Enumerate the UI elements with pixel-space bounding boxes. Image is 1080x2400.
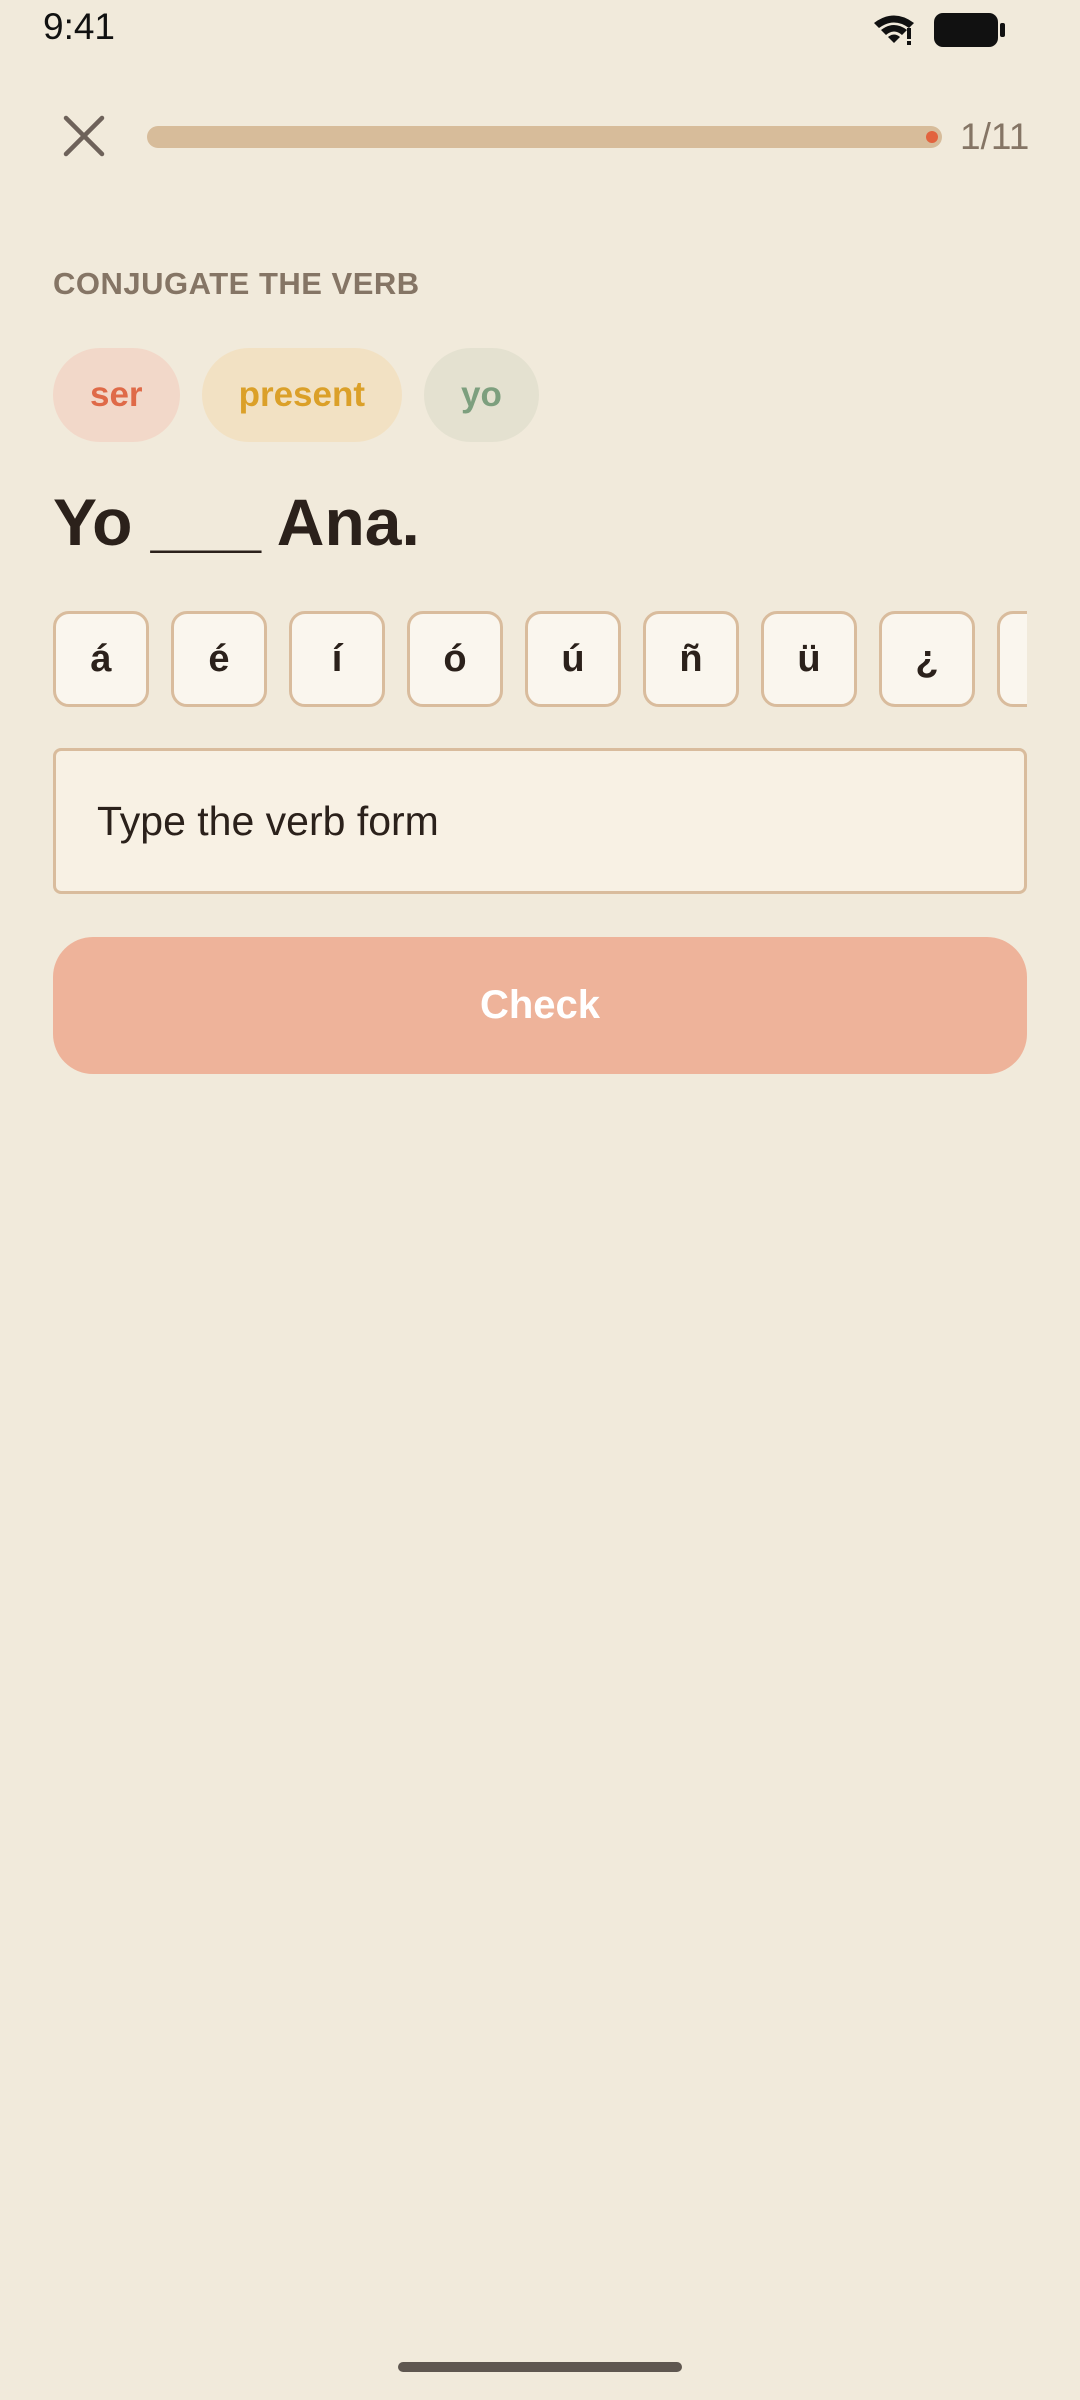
close-icon <box>63 115 105 157</box>
wifi-icon <box>874 15 914 45</box>
progress-bar <box>147 126 942 148</box>
accent-key-i[interactable]: í <box>289 611 385 707</box>
hint-chips: ser present yo <box>53 348 539 442</box>
accent-key-e[interactable]: é <box>171 611 267 707</box>
accent-key-o[interactable]: ó <box>407 611 503 707</box>
instruction-label: CONJUGATE THE VERB <box>53 266 420 301</box>
check-button[interactable]: Check <box>53 937 1027 1074</box>
accent-keys-row[interactable]: á é í ó ú ñ ü ¿ ¡ <box>53 611 1027 707</box>
accent-key-a[interactable]: á <box>53 611 149 707</box>
accent-key-inverted-question[interactable]: ¿ <box>879 611 975 707</box>
prompt-sentence: Yo ___ Ana. <box>53 485 420 559</box>
status-bar: 9:41 <box>0 0 1080 60</box>
close-button[interactable] <box>52 104 116 168</box>
answer-input[interactable] <box>53 748 1027 894</box>
battery-icon <box>934 13 1005 47</box>
progress-indicator <box>926 131 938 143</box>
accent-key-inverted-exclamation[interactable]: ¡ <box>997 611 1027 707</box>
accent-key-u-umlaut[interactable]: ü <box>761 611 857 707</box>
chip-tense: present <box>201 348 402 442</box>
accent-key-u[interactable]: ú <box>525 611 621 707</box>
status-time: 9:41 <box>43 6 116 47</box>
chip-person: yo <box>424 348 539 442</box>
chip-verb: ser <box>53 348 180 442</box>
home-indicator[interactable] <box>398 2362 682 2372</box>
progress-count: 1/11 <box>960 116 1030 157</box>
accent-key-n-tilde[interactable]: ñ <box>643 611 739 707</box>
